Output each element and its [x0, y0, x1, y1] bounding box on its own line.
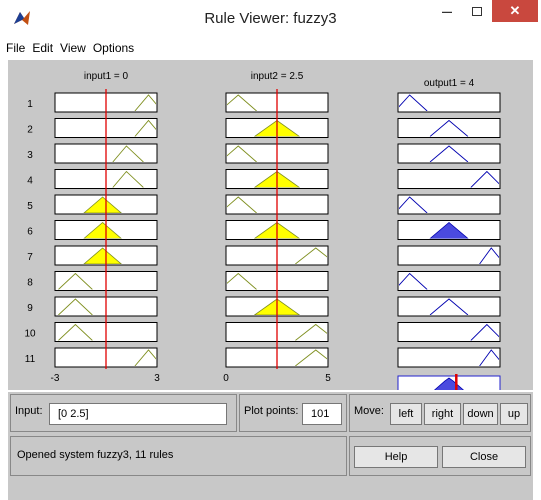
close-icon[interactable]: ✕: [492, 0, 538, 22]
move-up-button[interactable]: up: [500, 403, 528, 425]
rule-number-9: 9: [27, 303, 33, 314]
rule-number-8: 8: [27, 278, 33, 289]
rule-2-output1-box: [397, 118, 501, 138]
status-text: Opened system fuzzy3, 11 rules: [17, 449, 174, 461]
rule-number-1: 1: [27, 99, 33, 110]
rule-number-11: 11: [25, 354, 36, 365]
plot-points-group: Plot points: 101: [239, 394, 347, 432]
column-label-input2: input2 = 2.5: [251, 71, 304, 82]
column-label-output1: output1 = 4: [424, 78, 475, 89]
rule-1-output1-box: [397, 92, 501, 113]
status-box: Opened system fuzzy3, 11 rules: [10, 436, 347, 476]
title-bar: Rule Viewer: fuzzy3 – ✕: [0, 0, 541, 38]
input-group: Input: [0 2.5]: [10, 394, 237, 432]
close-button[interactable]: Close: [442, 446, 526, 468]
menu-bar: File Edit View Options: [0, 38, 541, 58]
action-group: Help Close: [349, 436, 531, 476]
input2-min-label: 0: [223, 373, 229, 384]
minimize-icon[interactable]: –: [432, 0, 462, 22]
rule-number-10: 10: [24, 329, 36, 340]
rule-number-3: 3: [27, 150, 33, 161]
move-down-button[interactable]: down: [463, 403, 498, 425]
rule-10-output1-box: [397, 322, 501, 342]
input1-min-label: -3: [51, 373, 60, 384]
rule-number-5: 5: [27, 201, 33, 212]
rule-number-7: 7: [27, 252, 33, 263]
menu-options[interactable]: Options: [93, 41, 134, 55]
column-label-input1: input1 = 0: [84, 71, 129, 82]
rule-9-output1-box: [397, 296, 501, 317]
rule-number-2: 2: [27, 125, 33, 136]
control-panel: Input: [0 2.5] Plot points: 101 Move: le…: [8, 392, 533, 500]
input2-max-label: 5: [325, 373, 331, 384]
rule-11-output1-box: [397, 347, 501, 368]
rule-number-6: 6: [27, 227, 33, 238]
plot-points-label: Plot points:: [244, 405, 299, 417]
rule-4-output1-box: [397, 169, 501, 189]
input1-max-label: 3: [154, 373, 160, 384]
menu-edit[interactable]: Edit: [32, 41, 53, 55]
plot-points-field[interactable]: 101: [302, 403, 342, 425]
rule-3-output1-box: [397, 143, 501, 164]
rule-number-4: 4: [27, 176, 33, 187]
help-button[interactable]: Help: [354, 446, 438, 468]
rule-plots: input1 = 0 input2 = 2.5 output1 = 4 1 2 3 4 5 6 7…: [24, 71, 501, 390]
rule-7-output1-box: [397, 245, 501, 266]
move-right-button[interactable]: right: [424, 403, 461, 425]
move-left-button[interactable]: left: [390, 403, 422, 425]
rule-8-output1-box: [397, 271, 501, 291]
maximize-icon[interactable]: [462, 0, 492, 22]
move-label: Move:: [354, 405, 384, 417]
move-group: Move: left right down up: [349, 394, 531, 432]
input-label: Input:: [15, 405, 43, 417]
rule-5-output1-box: [397, 194, 501, 215]
input-field[interactable]: [0 2.5]: [49, 403, 227, 425]
menu-view[interactable]: View: [60, 41, 86, 55]
rule-plot-area: input1 = 0 input2 = 2.5 output1 = 4 1 2 3 4 5 6 7…: [8, 60, 533, 390]
menu-file[interactable]: File: [6, 41, 25, 55]
